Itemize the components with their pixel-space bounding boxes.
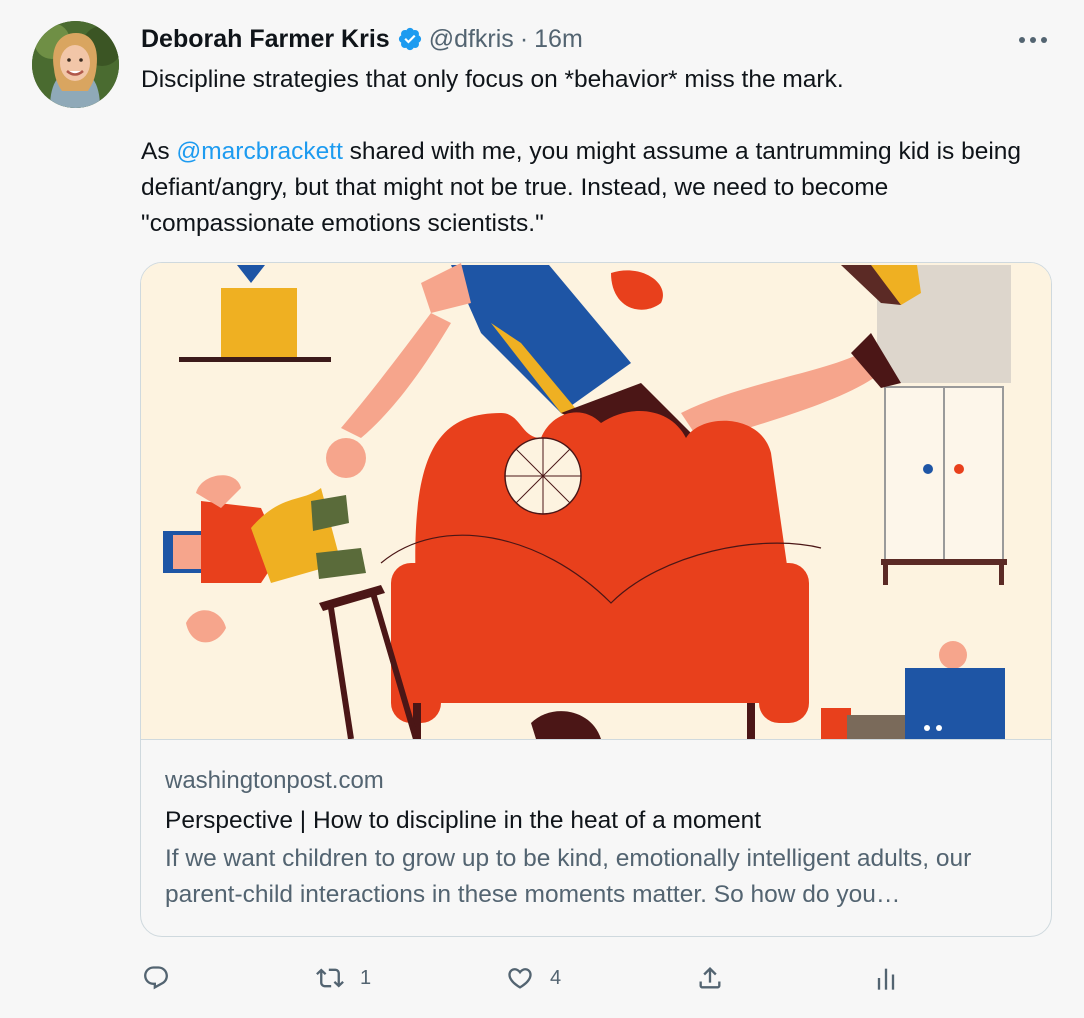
mention-link[interactable]: @marcbrackett [176, 138, 342, 165]
action-bar: 1 4 [142, 956, 1062, 1000]
tweet-text-prefix: As [141, 138, 177, 165]
retweet-button[interactable]: 1 [316, 956, 371, 1000]
analytics-button[interactable] [872, 956, 900, 1000]
link-card-meta: washingtonpost.com Perspective | How to … [165, 763, 1035, 913]
avatar[interactable] [32, 21, 119, 108]
tweet[interactable]: Deborah Farmer Kris @dfkris · 16m Discip… [0, 0, 1084, 1018]
reply-icon [144, 966, 168, 990]
link-card-image[interactable] [141, 263, 1051, 740]
more-horizontal-icon[interactable] [1016, 26, 1050, 54]
retweet-count: 1 [360, 966, 372, 989]
tweet-text-line1: Discipline strategies that only focus on… [141, 66, 844, 93]
analytics-icon [877, 968, 895, 990]
tweet-text-paragraph2: As @marcbrackett shared with me, you mig… [141, 134, 1061, 242]
share-button[interactable] [696, 956, 724, 1000]
link-card-title: Perspective | How to discipline in the h… [165, 807, 762, 834]
reply-button[interactable] [142, 956, 186, 1000]
tweet-header: Deborah Farmer Kris @dfkris · 16m [141, 22, 583, 56]
like-count: 4 [550, 966, 562, 989]
share-icon [699, 967, 721, 989]
heart-icon [508, 968, 532, 989]
link-card-description: If we want children to grow up to be kin… [165, 845, 972, 908]
tweet-text: Discipline strategies that only focus on… [141, 62, 1061, 242]
author-name[interactable]: Deborah Farmer Kris [141, 25, 390, 54]
link-card-domain: washingtonpost.com [165, 767, 384, 794]
like-button[interactable]: 4 [506, 956, 561, 1000]
verified-badge-icon [397, 26, 423, 52]
link-card[interactable]: washingtonpost.com Perspective | How to … [140, 262, 1052, 937]
author-handle[interactable]: @dfkris [429, 25, 514, 54]
retweet-icon [316, 968, 344, 988]
separator-dot: · [519, 24, 529, 53]
tweet-timestamp[interactable]: 16m [534, 25, 583, 54]
